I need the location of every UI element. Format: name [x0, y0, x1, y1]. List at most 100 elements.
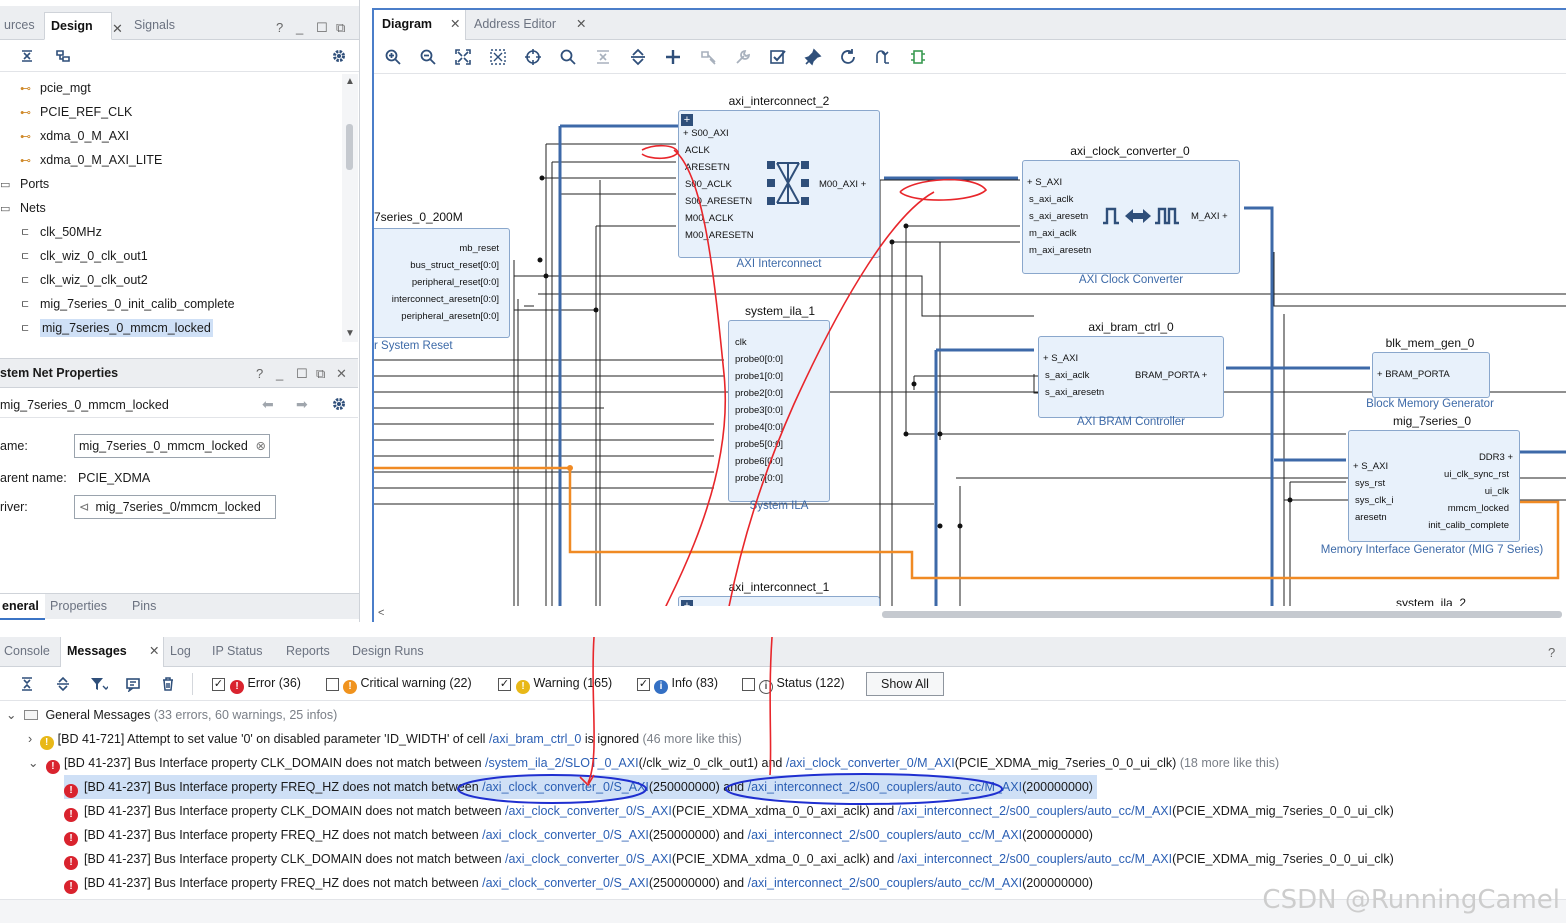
- pin[interactable]: s_axi_aresetn: [1045, 387, 1104, 399]
- message-link[interactable]: /axi_clock_converter_0/S_AXI: [505, 804, 672, 818]
- maximize-icon[interactable]: ☐: [316, 20, 328, 36]
- axi-clock-converter-block[interactable]: + S_AXI s_axi_aclk s_axi_aresetn m_axi_a…: [1022, 160, 1240, 274]
- status-filter-label[interactable]: i Status (122): [759, 676, 845, 694]
- wrench-icon[interactable]: [732, 46, 754, 68]
- tab-design[interactable]: Design: [44, 12, 112, 40]
- tab-address-editor[interactable]: Address Editor ✕: [466, 10, 590, 40]
- error-filter-label[interactable]: ! Error (36): [230, 676, 301, 694]
- refresh-icon[interactable]: [837, 46, 859, 68]
- pin[interactable]: mb_reset: [459, 243, 499, 255]
- pin[interactable]: S00_ARESETN: [685, 196, 752, 208]
- pin[interactable]: ARESETN: [685, 162, 730, 174]
- critical-warning-filter-label[interactable]: ! Critical warning (22): [343, 676, 472, 694]
- pin[interactable]: probe0[0:0]: [735, 354, 783, 366]
- info-filter-label[interactable]: i Info (83): [654, 676, 718, 694]
- pin[interactable]: BRAM_PORTA +: [1135, 370, 1207, 382]
- message-row-error[interactable]: ! [BD 41-237] Bus Interface property FREQ…: [64, 871, 1093, 895]
- tab-sources[interactable]: urces: [0, 12, 41, 40]
- message-link[interactable]: /axi_clock_converter_0/M_AXI: [786, 756, 955, 770]
- help-icon[interactable]: ?: [276, 20, 283, 35]
- tab-log[interactable]: Log: [164, 637, 197, 667]
- pin[interactable]: m_axi_aresetn: [1029, 245, 1091, 257]
- pin[interactable]: + S00_AXI: [683, 128, 729, 140]
- tab-pins[interactable]: Pins: [126, 594, 162, 620]
- search-icon[interactable]: [557, 46, 579, 68]
- pin[interactable]: aresetn: [1355, 512, 1387, 524]
- pin[interactable]: m_axi_aclk: [1029, 228, 1077, 240]
- tree-item[interactable]: ㄷ clk_wiz_0_clk_out2: [20, 268, 148, 292]
- pin[interactable]: sys_clk_i: [1355, 495, 1394, 507]
- message-link[interactable]: /axi_bram_ctrl_0: [489, 732, 581, 746]
- message-icon[interactable]: [122, 673, 144, 695]
- pin[interactable]: + S_AXI: [1353, 461, 1388, 473]
- pin[interactable]: mmcm_locked: [1448, 503, 1509, 515]
- pin[interactable]: peripheral_reset[0:0]: [412, 277, 499, 289]
- message-row-error[interactable]: ! [BD 41-237] Bus Interface property CLK_…: [64, 799, 1394, 823]
- expand-block-icon[interactable]: +: [681, 114, 693, 126]
- pin[interactable]: bus_struct_reset[0:0]: [410, 260, 499, 272]
- tree-scrollbar[interactable]: ▲ ▼: [342, 74, 358, 342]
- pin[interactable]: DDR3 +: [1479, 452, 1513, 464]
- error-filter-checkbox[interactable]: ✓: [212, 678, 225, 691]
- delete-icon[interactable]: [157, 673, 179, 695]
- system-ila-1-block[interactable]: clk probe0[0:0] probe1[0:0] probe2[0:0] …: [728, 320, 830, 502]
- warning-filter-label[interactable]: ! Warning (165): [516, 676, 612, 694]
- blk-mem-gen-block[interactable]: + BRAM_PORTA: [1372, 352, 1490, 398]
- gear-icon[interactable]: [331, 396, 347, 415]
- forward-arrow-icon[interactable]: ➡: [296, 396, 308, 413]
- message-link[interactable]: /axi_clock_converter_0/S_AXI: [482, 780, 649, 794]
- pin[interactable]: init_calib_complete: [1428, 520, 1509, 532]
- tab-diagram[interactable]: Diagram ✕: [374, 10, 466, 40]
- minimize-icon[interactable]: _: [276, 366, 283, 381]
- message-link[interactable]: /axi_interconnect_2/s00_couplers/auto_cc…: [898, 804, 1172, 818]
- critical-warning-filter-checkbox[interactable]: [326, 678, 339, 691]
- pin[interactable]: M00_AXI +: [819, 179, 866, 191]
- gear-icon[interactable]: [328, 45, 350, 67]
- tab-design-runs[interactable]: Design Runs: [346, 637, 430, 667]
- zoom-in-icon[interactable]: [382, 46, 404, 68]
- tab-console[interactable]: Console: [0, 637, 56, 667]
- clear-icon[interactable]: ⊗: [256, 435, 266, 457]
- axi-interconnect-1-block[interactable]: +: [678, 596, 880, 606]
- name-field[interactable]: mig_7series_0_mmcm_locked ⊗: [74, 434, 270, 458]
- chevron-right-icon[interactable]: ›: [28, 732, 32, 746]
- close-tab-icon[interactable]: ✕: [576, 10, 586, 38]
- float-icon[interactable]: ⧉: [316, 366, 325, 382]
- pin[interactable]: S00_ACLK: [685, 179, 732, 191]
- tree-item[interactable]: ⊷ pcie_mgt: [20, 76, 91, 100]
- mig-7series-block[interactable]: + S_AXI sys_rst sys_clk_i aresetn DDR3 +…: [1348, 430, 1520, 542]
- add-ip-icon[interactable]: [662, 46, 684, 68]
- message-link[interactable]: /axi_clock_converter_0/S_AXI: [482, 828, 649, 842]
- pin[interactable]: clk: [735, 337, 747, 349]
- maximize-icon[interactable]: ☐: [296, 366, 308, 382]
- pin[interactable]: peripheral_aresetn[0:0]: [401, 311, 499, 323]
- module-icon[interactable]: [907, 46, 929, 68]
- tree-item[interactable]: ⊷ PCIE_REF_CLK: [20, 100, 132, 124]
- tab-properties[interactable]: Properties: [44, 594, 113, 620]
- zoom-fit-icon[interactable]: [452, 46, 474, 68]
- status-filter-checkbox[interactable]: [742, 678, 755, 691]
- horizontal-scrollbar[interactable]: <: [374, 606, 1566, 622]
- pin[interactable]: probe4[0:0]: [735, 422, 783, 434]
- pin-icon[interactable]: [802, 46, 824, 68]
- pin[interactable]: probe1[0:0]: [735, 371, 783, 383]
- axi-bram-ctrl-block[interactable]: + S_AXI s_axi_aclk s_axi_aresetn BRAM_PO…: [1038, 336, 1224, 418]
- message-row-warning[interactable]: › ! [BD 41-721] Attempt to set value '0' …: [28, 727, 742, 751]
- message-link[interactable]: /axi_interconnect_2/s00_couplers/auto_cc…: [748, 780, 1022, 794]
- close-tab-icon[interactable]: ✕: [450, 10, 460, 38]
- help-icon[interactable]: ?: [1548, 645, 1555, 660]
- expand-all-icon[interactable]: [52, 673, 74, 695]
- close-tab-icon[interactable]: ✕: [112, 21, 123, 37]
- make-connection-icon[interactable]: [697, 46, 719, 68]
- message-row-error[interactable]: ! [BD 41-237] Bus Interface property CLK_…: [64, 847, 1394, 871]
- axi-interconnect-2-block[interactable]: + + S00_AXI ACLK ARESETN S00_ACLK S00_AR…: [678, 110, 880, 258]
- message-link[interactable]: /system_ila_2/SLOT_0_AXI: [485, 756, 639, 770]
- pin[interactable]: probe2[0:0]: [735, 388, 783, 400]
- filter-icon[interactable]: [88, 673, 110, 695]
- tree-item[interactable]: ⊷ xdma_0_M_AXI: [20, 124, 129, 148]
- tree-item[interactable]: ㄷ mig_7series_0_init_calib_complete: [20, 292, 235, 316]
- message-group[interactable]: ⌄ General Messages (33 errors, 60 warnin…: [6, 703, 337, 727]
- tab-reports[interactable]: Reports: [280, 637, 336, 667]
- pin[interactable]: s_axi_aresetn: [1029, 211, 1088, 223]
- pin[interactable]: + S_AXI: [1043, 353, 1078, 365]
